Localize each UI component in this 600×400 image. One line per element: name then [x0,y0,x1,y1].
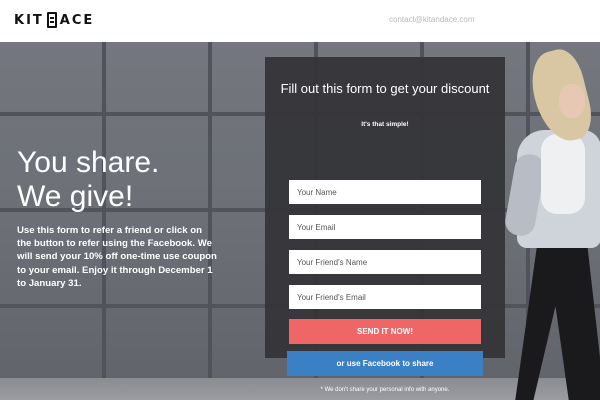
logo-mark-icon [46,12,57,28]
friend-email-input[interactable] [289,285,481,309]
form-title: Fill out this form to get your discount [280,81,490,96]
top-bar: KIT ACE contact@kitandace.com [0,0,600,42]
form-subtitle: It's that simple! [361,121,409,128]
logo-text-right: ACE [59,12,95,28]
model-photo [503,42,600,400]
headline-line-2: We give! [17,180,134,213]
headline-line-1: You share. [17,146,160,179]
model-legs [515,242,600,400]
privacy-note: * We don't share your personal info with… [320,387,450,393]
hero-description: Use this form to refer a friend or click… [17,225,217,289]
contact-email-link[interactable]: contact@kitandace.com [389,15,475,24]
send-it-now-button[interactable]: SEND IT NOW! [289,319,481,344]
friend-name-input[interactable] [289,250,481,274]
hero-copy: You share. We give! Use this form to ref… [17,146,217,290]
hero-headline: You share. We give! [17,146,217,214]
model-face [559,84,585,118]
logo-text-left: KIT [14,12,44,28]
brand-logo[interactable]: KIT ACE [14,12,94,28]
your-name-input[interactable] [289,180,481,204]
your-email-input[interactable] [289,215,481,239]
model-scarf [541,134,585,214]
facebook-share-button[interactable]: or use Facebook to share [287,351,483,376]
referral-form: Fill out this form to get your discount … [265,57,505,393]
